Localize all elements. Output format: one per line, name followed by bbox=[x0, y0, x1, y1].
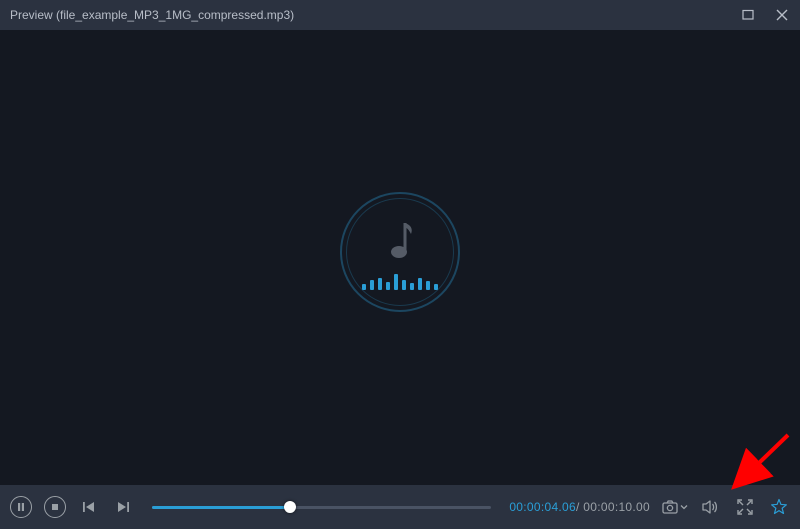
maximize-button[interactable] bbox=[740, 7, 756, 23]
window-title: Preview (file_example_MP3_1MG_compressed… bbox=[10, 8, 722, 22]
video-area[interactable] bbox=[0, 30, 800, 485]
volume-button[interactable] bbox=[700, 496, 722, 518]
current-time: 00:00:04.06 bbox=[509, 500, 576, 514]
audio-visualizer bbox=[340, 192, 460, 312]
fullscreen-icon bbox=[737, 499, 753, 515]
progress-bar[interactable] bbox=[152, 497, 491, 517]
stop-button[interactable] bbox=[44, 496, 66, 518]
pause-icon bbox=[17, 503, 25, 511]
star-icon bbox=[770, 498, 788, 516]
fullscreen-button[interactable] bbox=[734, 496, 756, 518]
duration: 00:00:10.00 bbox=[583, 500, 650, 514]
previous-button[interactable] bbox=[78, 496, 100, 518]
time-display: 00:00:04.06/ 00:00:10.00 bbox=[509, 500, 650, 514]
titlebar: Preview (file_example_MP3_1MG_compressed… bbox=[0, 0, 800, 30]
progress-fill bbox=[152, 506, 290, 509]
previous-track-icon bbox=[82, 500, 96, 514]
maximize-icon bbox=[742, 9, 754, 21]
progress-thumb[interactable] bbox=[284, 501, 296, 513]
preview-window: Preview (file_example_MP3_1MG_compressed… bbox=[0, 0, 800, 529]
control-bar: 00:00:04.06/ 00:00:10.00 bbox=[0, 485, 800, 529]
chevron-down-icon bbox=[680, 503, 688, 511]
next-button[interactable] bbox=[112, 496, 134, 518]
close-icon bbox=[776, 9, 788, 21]
snapshot-button[interactable] bbox=[662, 496, 688, 518]
next-track-icon bbox=[116, 500, 130, 514]
music-note-icon bbox=[383, 220, 417, 262]
close-button[interactable] bbox=[774, 7, 790, 23]
volume-icon bbox=[702, 499, 720, 515]
equalizer-icon bbox=[362, 272, 438, 290]
stop-icon bbox=[51, 503, 59, 511]
pause-button[interactable] bbox=[10, 496, 32, 518]
favorite-button[interactable] bbox=[768, 496, 790, 518]
camera-icon bbox=[662, 500, 678, 514]
